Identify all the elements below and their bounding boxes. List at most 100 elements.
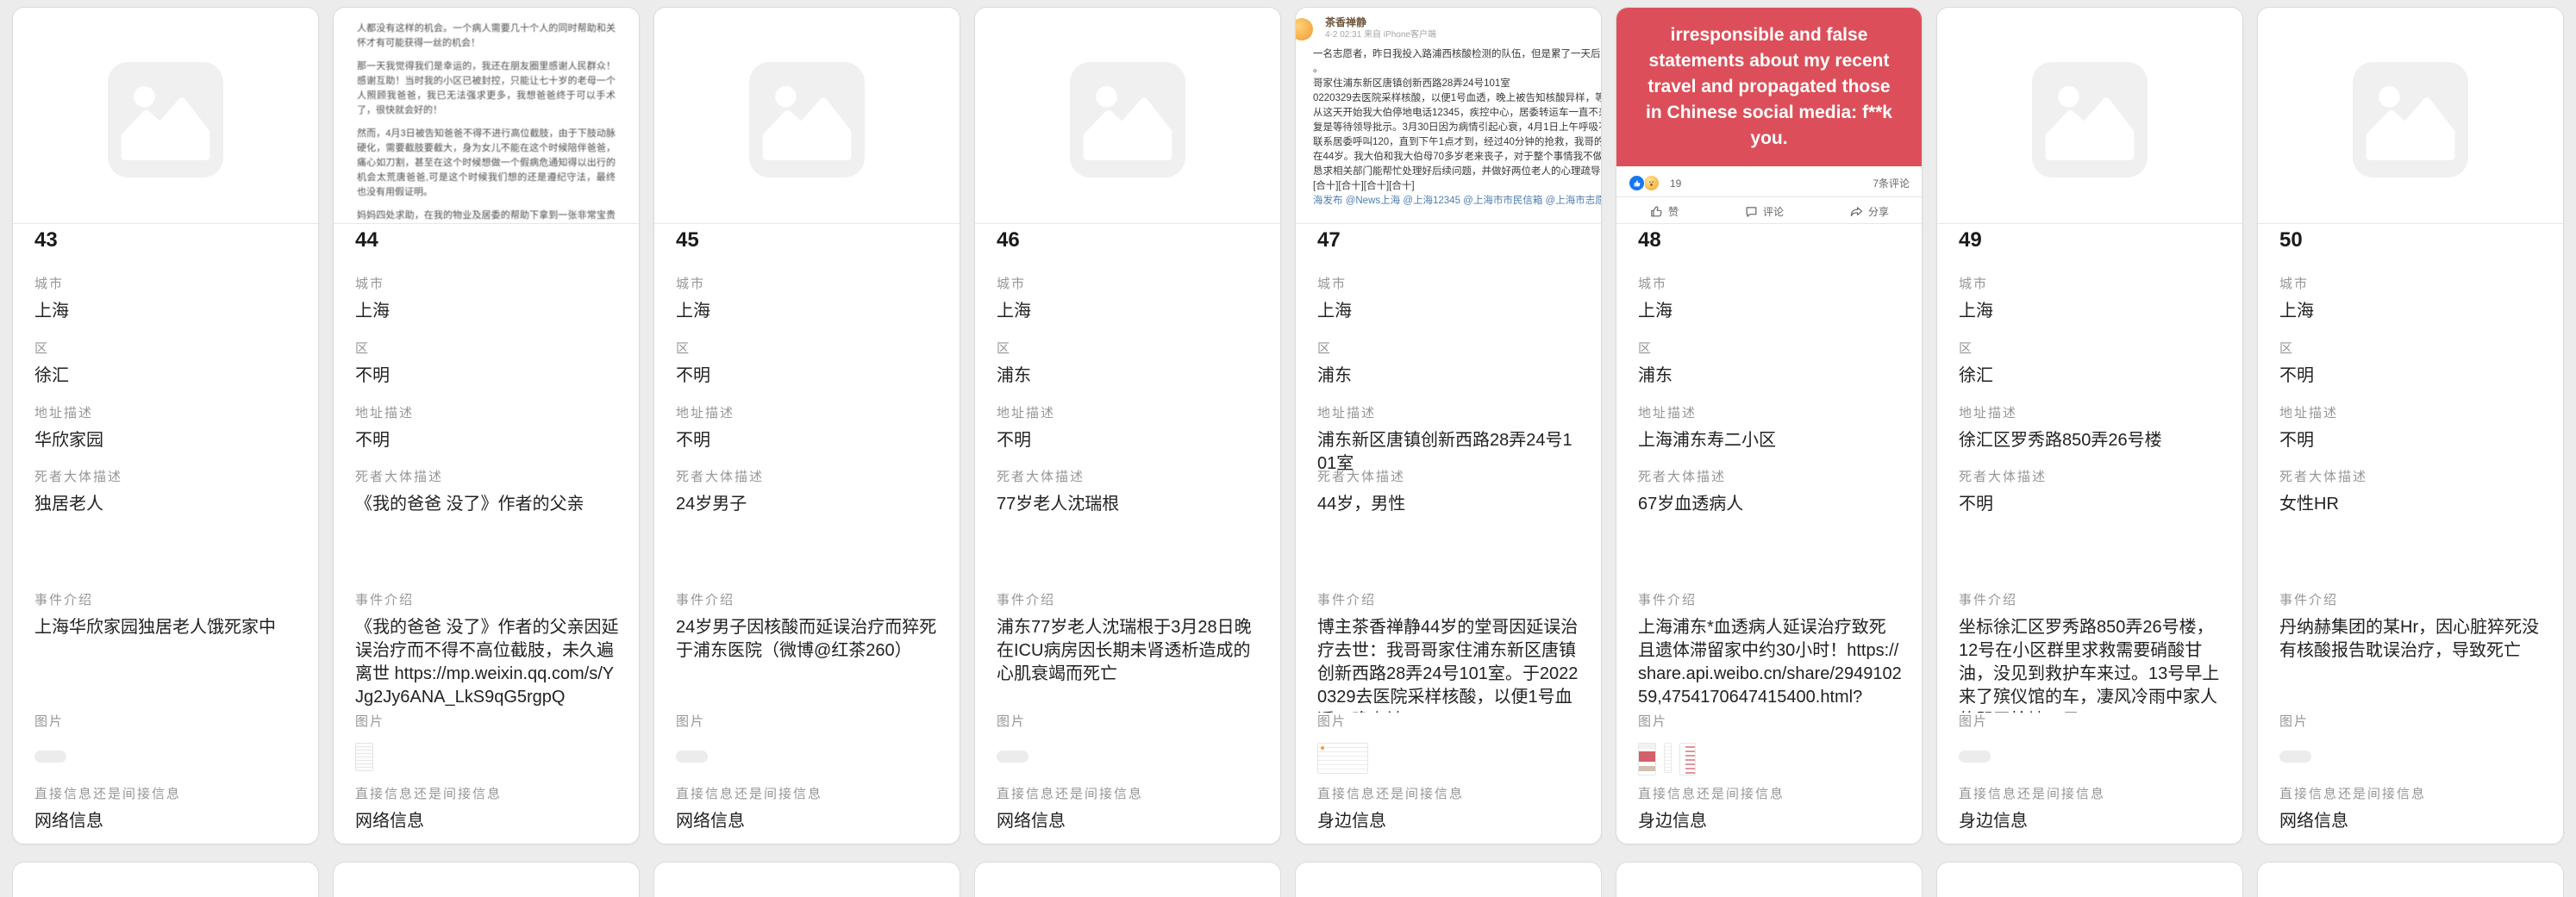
field-label: 事件介绍 <box>1317 593 1581 608</box>
record-card[interactable]: 43 城市 上海 区 徐汇 地址描述 华欣家园 死者大体描述 独居老人 事件介绍… <box>12 7 319 844</box>
card-number: 47 <box>1317 228 1341 252</box>
next-row-card-stub[interactable] <box>1295 862 1602 897</box>
image-thumbnail[interactable] <box>355 743 373 771</box>
field-event: 事件介绍 博主茶香禅静44岁的堂哥因延误治疗去世：我哥哥家住浦东新区唐镇创新西路… <box>1317 593 1581 713</box>
record-card[interactable]: 45 城市 上海 区 不明 地址描述 不明 死者大体描述 24岁男子 事件介绍 … <box>653 7 960 844</box>
field-label: 事件介绍 <box>34 593 298 608</box>
facebook-post-screenshot: irresponsible and false statements about… <box>1616 8 1922 219</box>
card-preview[interactable] <box>654 8 960 224</box>
field-value: 网络信息 <box>676 810 940 833</box>
comment-button[interactable]: 评论 <box>1744 204 1784 219</box>
field-label: 图片 <box>34 714 298 730</box>
card-preview[interactable] <box>13 8 318 224</box>
image-thumbnail[interactable] <box>1959 751 1991 763</box>
field-label: 图片 <box>997 714 1260 730</box>
record-card[interactable]: 49 城市 上海 区 徐汇 地址描述 徐汇区罗秀路850弄26号楼 死者大体描述… <box>1936 7 2243 844</box>
field-value: 上海浦东*血透病人延误治疗致死且遗体滞留家中约30小时！https://shar… <box>1638 616 1902 709</box>
comments-count[interactable]: 7条评论 <box>1873 176 1910 190</box>
field-value: 上海 <box>997 300 1260 323</box>
image-thumbnails <box>1638 743 1902 777</box>
image-thumbnail[interactable] <box>2279 751 2311 763</box>
card-preview[interactable]: 人都没有这样的机会。一个病人需要几十个人的同时帮助和关怀才有可能获得一丝的机会！… <box>334 8 639 224</box>
reaction-count[interactable]: 19 <box>1670 178 1681 190</box>
field-value: 身边信息 <box>1638 810 1902 833</box>
field-images: 图片 <box>34 714 298 777</box>
field-images: 图片 <box>1317 714 1581 777</box>
next-row-card-stub[interactable] <box>12 862 319 897</box>
like-button-label: 赞 <box>1668 204 1679 219</box>
field-value: 上海华欣家园独居老人饿死家中 <box>34 616 298 639</box>
field-victim: 死者大体描述 女性HR <box>2279 470 2543 516</box>
record-card[interactable]: 46 城市 上海 区 浦东 地址描述 不明 死者大体描述 77岁老人沈瑞根 事件… <box>974 7 1281 844</box>
field-label: 图片 <box>1959 714 2223 730</box>
field-district: 区 浦东 <box>997 341 1260 388</box>
weibo-avatar <box>1296 18 1313 40</box>
field-district: 区 不明 <box>676 341 940 388</box>
field-value: 网络信息 <box>997 810 1260 833</box>
field-victim: 死者大体描述 24岁男子 <box>676 470 940 516</box>
field-value: 网络信息 <box>34 810 298 833</box>
record-card[interactable]: 茶香禅静 4-2 02:31 来自 iPhone客户端 一名志愿者，昨日我投入路… <box>1295 7 1602 844</box>
field-event: 事件介绍 丹纳赫集团的某Hr，因心脏猝死没有核酸报告耽误治疗，导致死亡 <box>2279 593 2543 663</box>
field-label: 地址描述 <box>997 406 1260 421</box>
field-event: 事件介绍 《我的爸爸 没了》作者的父亲因延误治疗而不得不高位截肢，未久遍离世 h… <box>355 593 619 709</box>
next-row-card-stub[interactable] <box>974 862 1281 897</box>
card-preview[interactable]: 茶香禅静 4-2 02:31 来自 iPhone客户端 一名志愿者，昨日我投入路… <box>1296 8 1601 224</box>
image-thumbnail[interactable] <box>1679 743 1696 776</box>
card-number: 44 <box>355 228 378 252</box>
field-city: 城市 上海 <box>2279 277 2543 323</box>
card-preview[interactable] <box>975 8 1280 224</box>
field-city: 城市 上海 <box>997 277 1260 323</box>
image-placeholder-icon <box>108 62 223 178</box>
field-event: 事件介绍 浦东77岁老人沈瑞根于3月28日晚在ICU病房因长期未肾透析造成的心肌… <box>997 593 1260 686</box>
field-city: 城市 上海 <box>1317 277 1581 323</box>
image-thumbnail[interactable] <box>34 751 66 763</box>
field-label: 城市 <box>1638 277 1902 292</box>
field-label: 死者大体描述 <box>997 470 1260 485</box>
share-button[interactable]: 分享 <box>1849 204 1889 219</box>
record-card[interactable]: 人都没有这样的机会。一个病人需要几十个人的同时帮助和关怀才有可能获得一丝的机会！… <box>333 7 640 844</box>
image-placeholder-icon <box>1070 62 1185 178</box>
image-thumbnails <box>34 743 298 777</box>
next-row-card-stub[interactable] <box>2257 862 2564 897</box>
field-label: 城市 <box>676 277 940 292</box>
image-thumbnails <box>676 743 940 777</box>
image-thumbnail[interactable] <box>676 751 708 763</box>
field-value: 独居老人 <box>34 493 298 516</box>
field-district: 区 浦东 <box>1317 341 1581 388</box>
field-label: 地址描述 <box>676 406 940 421</box>
field-label: 死者大体描述 <box>355 470 619 485</box>
next-row-card-stub[interactable] <box>1936 862 2243 897</box>
card-number: 50 <box>2279 228 2303 252</box>
record-card[interactable]: 50 城市 上海 区 不明 地址描述 不明 死者大体描述 女性HR 事件介绍 丹… <box>2257 7 2564 844</box>
field-value: 徐汇 <box>1959 364 2223 388</box>
field-address: 地址描述 徐汇区罗秀路850弄26号楼 <box>1959 406 2223 452</box>
image-thumbnail[interactable] <box>997 751 1029 763</box>
field-district: 区 浦东 <box>1638 341 1902 388</box>
field-label: 死者大体描述 <box>1638 470 1902 485</box>
field-images: 图片 <box>676 714 940 777</box>
field-label: 地址描述 <box>1959 406 2223 421</box>
like-button[interactable]: 赞 <box>1649 204 1679 219</box>
field-district: 区 徐汇 <box>34 341 298 388</box>
image-thumbnails <box>355 743 619 777</box>
field-value: 上海 <box>2279 300 2543 323</box>
field-value: 不明 <box>676 364 940 388</box>
weibo-meta: 4-2 02:31 来自 iPhone客户端 <box>1325 29 1589 40</box>
next-row-card-stub[interactable] <box>333 862 640 897</box>
field-value: 上海 <box>1317 300 1581 323</box>
field-value: 浦东新区唐镇创新西路28弄24号101室 <box>1317 429 1581 476</box>
card-preview[interactable] <box>1937 8 2242 224</box>
facebook-image: irresponsible and false statements about… <box>1616 8 1922 166</box>
card-preview[interactable]: irresponsible and false statements about… <box>1616 8 1922 224</box>
record-card[interactable]: irresponsible and false statements about… <box>1616 7 1923 844</box>
next-row-card-stub[interactable] <box>653 862 960 897</box>
image-thumbnail[interactable] <box>1317 743 1368 774</box>
card-preview[interactable] <box>2258 8 2563 224</box>
image-thumbnails <box>1317 743 1581 777</box>
image-thumbnail[interactable] <box>1664 743 1672 773</box>
image-thumbnail[interactable] <box>1638 743 1656 776</box>
field-value: 44岁，男性 <box>1317 493 1581 516</box>
next-row-card-stub[interactable] <box>1616 862 1923 897</box>
field-images: 图片 <box>2279 714 2543 777</box>
